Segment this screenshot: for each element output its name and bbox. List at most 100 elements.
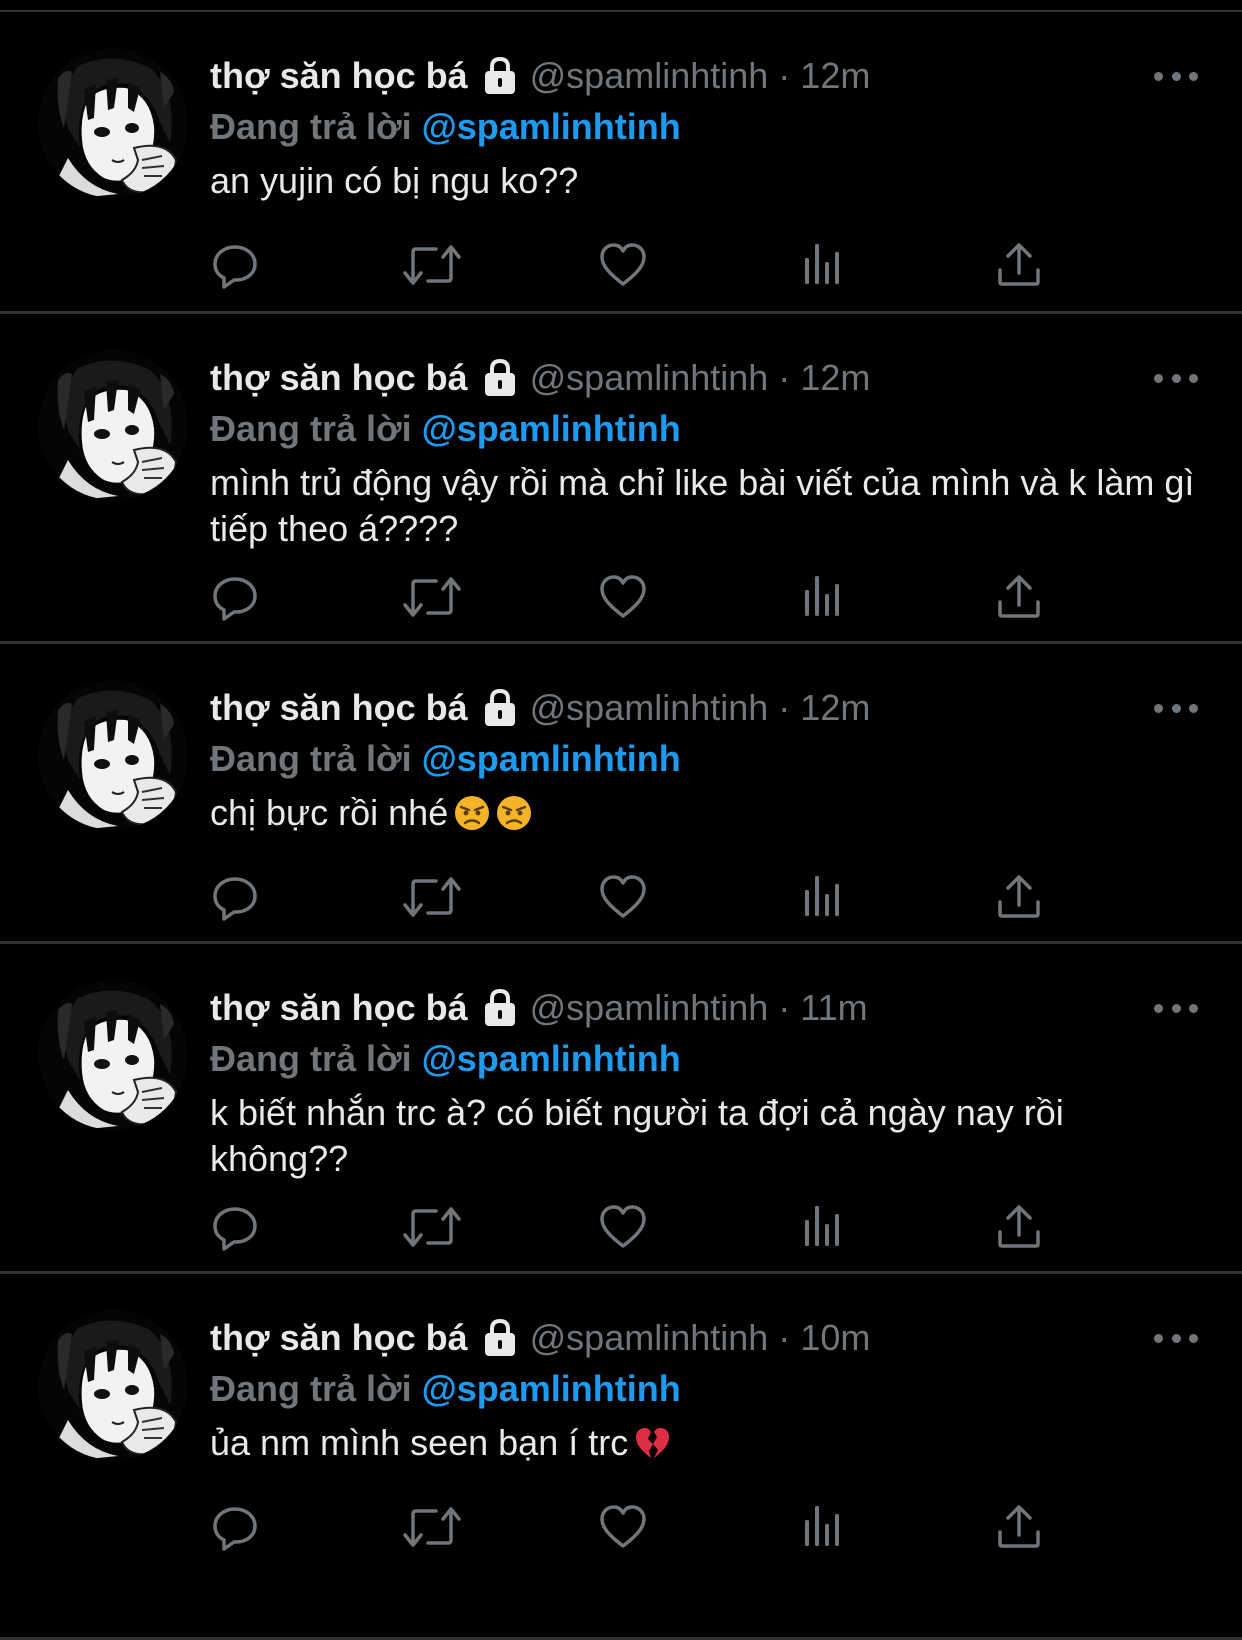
tweet-header: thợ săn học bá @spamlinhtinh · 12m [210,350,870,406]
meta-separator: · [778,987,791,1028]
tweet[interactable]: thợ săn học bá @spamlinhtinh · 10m Đang … [0,1274,1242,1640]
meta-separator: · [778,687,791,728]
reply-button[interactable] [210,572,260,622]
retweet-icon [403,1507,461,1547]
username[interactable]: @spamlinhtinh [530,357,769,399]
reply-handle-link[interactable]: @spamlinhtinh [422,1368,681,1409]
views-icon [805,576,839,616]
username[interactable]: @spamlinhtinh [530,987,769,1029]
tweet-text-content: k biết nhắn trc à? có biết người ta đợi … [210,1092,1064,1179]
reply-handle-link[interactable]: @spamlinhtinh [422,1038,681,1079]
like-button[interactable] [598,572,648,622]
tweet-text-content: an yujin có bị ngu ko?? [210,160,579,201]
retweet-button[interactable] [402,1502,461,1552]
retweet-button[interactable] [402,872,461,922]
timestamp[interactable]: 12m [800,687,870,729]
retweet-button[interactable] [402,1202,461,1252]
display-name[interactable]: thợ săn học bá [210,1317,468,1359]
share-button[interactable] [994,872,1044,922]
anime-girl-avatar-icon [38,1310,188,1460]
username[interactable]: @spamlinhtinh [530,687,769,729]
share-button[interactable] [994,572,1044,622]
tweet-header: thợ săn học bá @spamlinhtinh · 12m [210,680,870,736]
reply-handle-link[interactable]: @spamlinhtinh [422,106,681,147]
lock-icon [484,358,515,396]
tweet[interactable]: thợ săn học bá @spamlinhtinh · 12m Đang … [0,12,1242,314]
views-icon [805,1506,839,1546]
angry-face-emoji [455,796,490,830]
meta-separator: · [778,357,791,398]
more-options-button[interactable] [1154,1328,1198,1348]
reply-icon [213,1507,257,1551]
more-options-button[interactable] [1154,698,1198,718]
more-options-button[interactable] [1154,66,1198,86]
username[interactable]: @spamlinhtinh [530,55,769,97]
more-options-button[interactable] [1154,368,1198,388]
timestamp[interactable]: 11m [800,987,867,1029]
replying-to: Đang trả lời @spamlinhtinh [210,106,681,148]
tweet-actions [210,1202,1090,1252]
emoji-slot [448,792,532,833]
reply-button[interactable] [210,1202,260,1252]
replying-to: Đang trả lời @spamlinhtinh [210,1368,681,1410]
share-button[interactable] [994,1502,1044,1552]
display-name[interactable]: thợ săn học bá [210,357,468,399]
username[interactable]: @spamlinhtinh [530,1317,769,1359]
tweet[interactable]: thợ săn học bá @spamlinhtinh · 12m Đang … [0,644,1242,944]
retweet-icon [403,877,461,917]
reply-icon [213,577,257,621]
views-button[interactable] [798,872,848,922]
meta-separator: · [778,1317,791,1358]
avatar[interactable] [38,350,188,500]
reply-handle-link[interactable]: @spamlinhtinh [422,738,681,779]
more-options-button[interactable] [1154,998,1198,1018]
share-icon [998,575,1040,618]
reply-button[interactable] [210,1502,260,1552]
tweet-text: an yujin có bị ngu ko?? [210,158,1200,204]
reply-icon [213,1207,257,1251]
reply-button[interactable] [210,240,260,290]
timestamp[interactable]: 12m [800,357,870,399]
avatar[interactable] [38,980,188,1130]
views-button[interactable] [798,572,848,622]
lock-icon [484,988,515,1026]
retweet-button[interactable] [402,572,461,622]
share-button[interactable] [994,1202,1044,1252]
views-button[interactable] [798,240,848,290]
anime-girl-avatar-icon [38,980,188,1130]
like-icon [600,1205,646,1248]
avatar[interactable] [38,1310,188,1460]
display-name[interactable]: thợ săn học bá [210,987,468,1029]
tweet-text: mình trủ động vậy rồi mà chỉ like bài vi… [210,460,1200,552]
views-button[interactable] [798,1202,848,1252]
timestamp[interactable]: 10m [800,1317,870,1359]
reply-button[interactable] [210,872,260,922]
display-name[interactable]: thợ săn học bá [210,55,468,97]
like-button[interactable] [598,1202,648,1252]
views-button[interactable] [798,1502,848,1552]
reply-icon [213,245,257,289]
anime-girl-avatar-icon [38,48,188,198]
angry-face-emoji [497,796,532,830]
display-name[interactable]: thợ săn học bá [210,687,468,729]
reply-prefix: Đang trả lời [210,106,412,147]
retweet-icon [403,1207,461,1247]
retweet-button[interactable] [402,240,461,290]
reply-prefix: Đang trả lời [210,1368,412,1409]
reply-handle-link[interactable]: @spamlinhtinh [422,408,681,449]
timestamp[interactable]: 12m [800,55,870,97]
like-button[interactable] [598,240,648,290]
like-button[interactable] [598,872,648,922]
tweet-text-content: ủa nm mình seen bạn í trc [210,1422,629,1463]
avatar[interactable] [38,48,188,198]
share-button[interactable] [994,240,1044,290]
tweet-actions [210,872,1090,922]
meta-separator: · [778,55,791,96]
avatar[interactable] [38,680,188,830]
share-icon [998,243,1040,286]
tweet[interactable]: thợ săn học bá @spamlinhtinh · 12m Đang … [0,314,1242,644]
like-button[interactable] [598,1502,648,1552]
like-icon [600,243,646,286]
anime-girl-avatar-icon [38,350,188,500]
tweet[interactable]: thợ săn học bá @spamlinhtinh · 11m Đang … [0,944,1242,1274]
